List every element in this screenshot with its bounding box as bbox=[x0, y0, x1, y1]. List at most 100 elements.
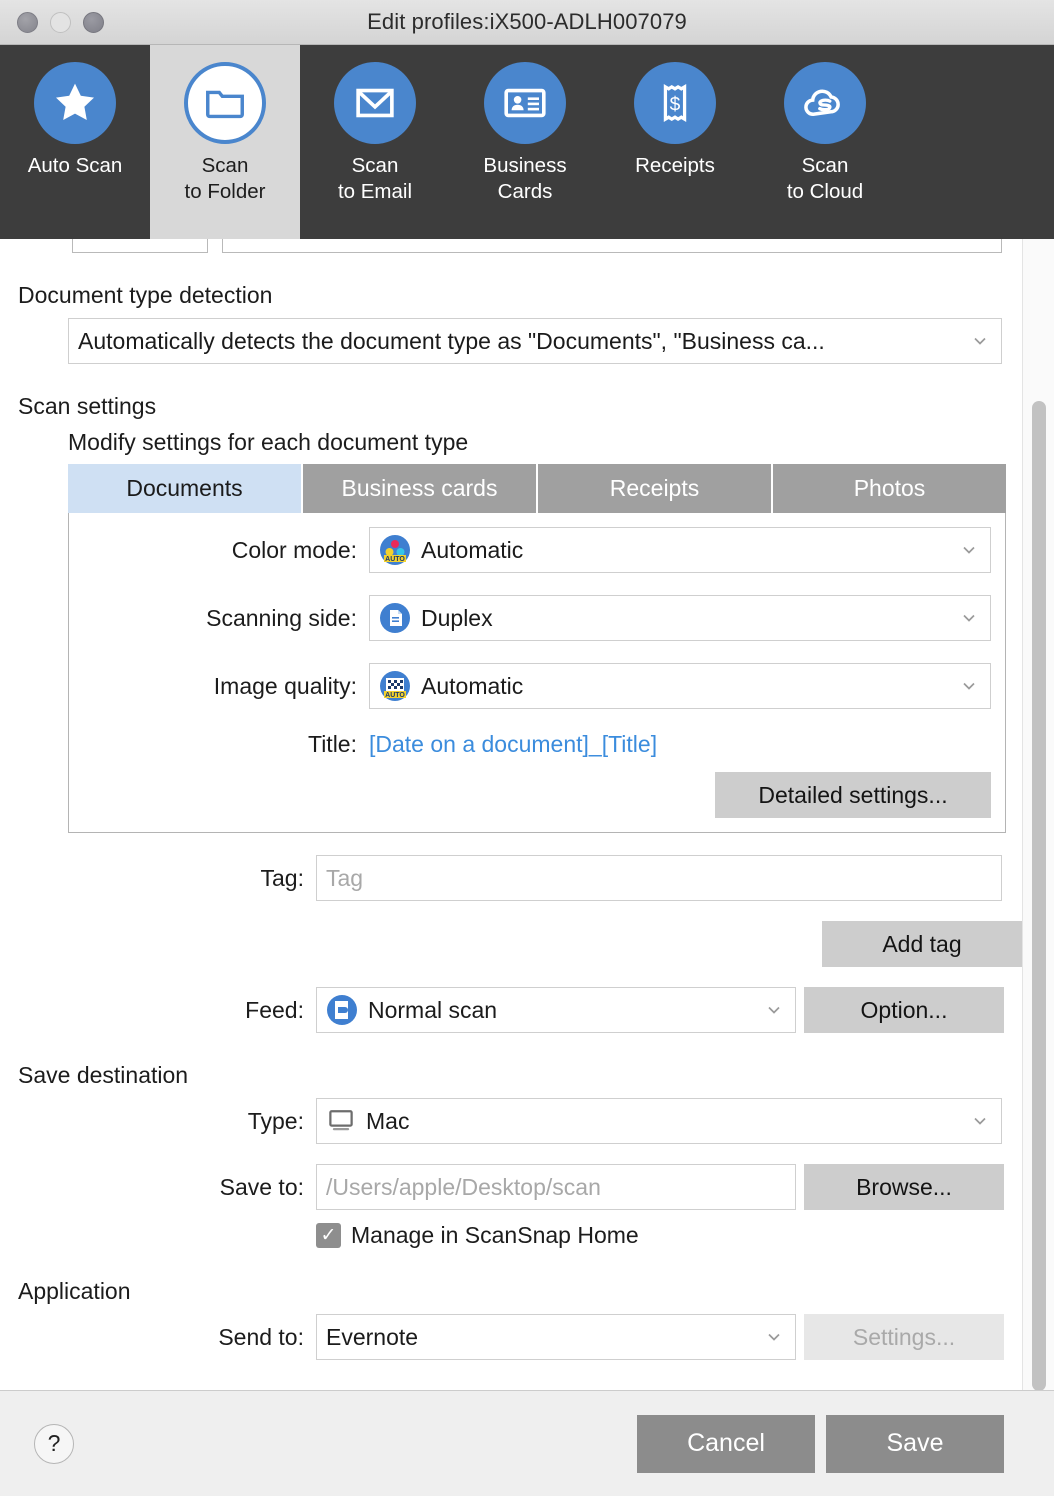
settings-scroll-area: Document type detection Automatically de… bbox=[0, 239, 1054, 1390]
application-heading: Application bbox=[18, 1278, 131, 1304]
tag-label: Tag: bbox=[260, 864, 304, 891]
tab-photos[interactable]: Photos bbox=[773, 464, 1006, 513]
save-to-label: Save to: bbox=[219, 1173, 304, 1200]
profile-label: Auto Scan bbox=[27, 154, 123, 177]
save-type-label: Type: bbox=[247, 1107, 304, 1134]
tag-input-wrap[interactable]: Tag bbox=[316, 855, 1002, 901]
profile-scan-to-email[interactable]: Scan to Email bbox=[300, 45, 450, 239]
detailed-settings-button[interactable]: Detailed settings... bbox=[715, 772, 991, 818]
svg-text:AUTO: AUTO bbox=[385, 556, 405, 563]
clipped-fields-row bbox=[0, 239, 1022, 253]
scanning-side-value: Duplex bbox=[421, 604, 493, 631]
manage-in-scansnap-home-label: Manage in ScanSnap Home bbox=[351, 1222, 639, 1248]
feed-value: Normal scan bbox=[368, 996, 498, 1023]
image-quality-value: Automatic bbox=[421, 672, 524, 699]
clipped-field-right bbox=[222, 239, 1002, 253]
business-card-icon bbox=[484, 62, 566, 144]
settings-content: Document type detection Automatically de… bbox=[0, 239, 1022, 1390]
image-quality-select[interactable]: AUTO Automatic bbox=[369, 663, 991, 709]
document-type-detection-select[interactable]: Automatically detects the document type … bbox=[68, 318, 1002, 364]
clipped-field-left bbox=[72, 239, 208, 253]
tab-receipts[interactable]: Receipts bbox=[538, 464, 773, 513]
chevron-down-icon bbox=[961, 542, 977, 558]
tag-row: Tag: Tag bbox=[0, 855, 1022, 901]
tab-documents[interactable]: Documents bbox=[68, 464, 303, 513]
scanning-side-row: Scanning side: Duplex bbox=[69, 595, 991, 641]
chevron-down-icon bbox=[766, 1002, 782, 1018]
application-settings-button[interactable]: Settings... bbox=[804, 1314, 1004, 1360]
window-title: Edit profiles:iX500-ADLH007079 bbox=[367, 9, 687, 34]
save-button[interactable]: Save bbox=[826, 1414, 1004, 1473]
folder-icon bbox=[184, 62, 266, 144]
cancel-button[interactable]: Cancel bbox=[637, 1414, 815, 1473]
cloud-icon bbox=[784, 62, 866, 144]
color-auto-icon: AUTO bbox=[379, 534, 411, 566]
feed-select[interactable]: Normal scan bbox=[316, 987, 796, 1033]
help-button[interactable]: ? bbox=[34, 1423, 74, 1464]
profile-label: Receipts bbox=[635, 154, 715, 177]
send-to-select[interactable]: Evernote bbox=[316, 1314, 796, 1360]
chevron-down-icon bbox=[961, 610, 977, 626]
title-value-link[interactable]: [Date on a document]_[Title] bbox=[369, 731, 657, 758]
add-tag-button[interactable]: Add tag bbox=[822, 921, 1022, 967]
scanning-side-select[interactable]: Duplex bbox=[369, 595, 991, 641]
color-mode-row: Color mode: AUTO Automatic bbox=[69, 527, 991, 573]
title-bar: Edit profiles:iX500-ADLH007079 bbox=[0, 0, 1054, 45]
vertical-scrollbar[interactable] bbox=[1022, 239, 1054, 1390]
scanning-side-label: Scanning side: bbox=[206, 604, 357, 631]
tab-label: Business cards bbox=[341, 475, 498, 501]
image-quality-row: Image quality: AUTO Automatic bbox=[69, 663, 991, 709]
edit-profiles-window: Edit profiles:iX500-ADLH007079 Auto Scan… bbox=[0, 0, 1054, 1496]
color-mode-label: Color mode: bbox=[231, 536, 357, 563]
help-button-label: ? bbox=[47, 1430, 61, 1456]
tab-business-cards[interactable]: Business cards bbox=[303, 464, 538, 513]
document-type-detection-value: Automatically detects the document type … bbox=[78, 327, 825, 354]
profile-scan-to-cloud[interactable]: Scan to Cloud bbox=[750, 45, 900, 239]
monitor-icon bbox=[326, 1106, 356, 1136]
manage-in-scansnap-home-row[interactable]: ✓ Manage in ScanSnap Home bbox=[316, 1222, 1022, 1249]
quality-auto-icon: AUTO bbox=[379, 670, 411, 702]
profile-auto-scan[interactable]: Auto Scan bbox=[0, 45, 150, 239]
tab-label: Photos bbox=[853, 475, 926, 501]
modify-settings-label: Modify settings for each document type bbox=[68, 429, 469, 455]
send-to-value: Evernote bbox=[326, 1323, 419, 1350]
save-to-input-wrap[interactable]: /Users/apple/Desktop/scan bbox=[316, 1164, 796, 1210]
profile-label: Scan to Email bbox=[337, 154, 413, 203]
browse-button[interactable]: Browse... bbox=[804, 1164, 1004, 1210]
save-type-select[interactable]: Mac bbox=[316, 1098, 1002, 1144]
feed-row: Feed: Normal scan Option... bbox=[0, 987, 1022, 1033]
save-to-placeholder: /Users/apple/Desktop/scan bbox=[326, 1173, 601, 1200]
color-mode-value: Automatic bbox=[421, 536, 524, 563]
manage-in-scansnap-home-checkbox[interactable]: ✓ bbox=[316, 1223, 341, 1248]
profile-scan-to-folder[interactable]: Scan to Folder bbox=[150, 45, 300, 239]
scan-settings-heading: Scan settings bbox=[18, 393, 157, 419]
save-destination-heading: Save destination bbox=[18, 1062, 189, 1088]
svg-text:AUTO: AUTO bbox=[385, 692, 405, 699]
chevron-down-icon bbox=[766, 1329, 782, 1345]
color-mode-select[interactable]: AUTO Automatic bbox=[369, 527, 991, 573]
tag-input-placeholder: Tag bbox=[326, 864, 364, 891]
star-icon bbox=[34, 62, 116, 144]
tab-label: Receipts bbox=[609, 475, 700, 501]
documents-tab-panel: Color mode: AUTO Automatic Scanning side… bbox=[68, 513, 1006, 833]
save-type-row: Type: Mac bbox=[0, 1098, 1022, 1144]
image-quality-label: Image quality: bbox=[213, 672, 357, 699]
save-to-row: Save to: /Users/apple/Desktop/scan Brows… bbox=[0, 1164, 1022, 1210]
profile-label: Business Cards bbox=[483, 154, 567, 203]
profile-business-cards[interactable]: Business Cards bbox=[450, 45, 600, 239]
send-to-label: Send to: bbox=[218, 1323, 304, 1350]
profile-receipts[interactable]: $ Receipts bbox=[600, 45, 750, 239]
receipt-icon: $ bbox=[634, 62, 716, 144]
profile-label: Scan to Folder bbox=[184, 154, 266, 203]
chevron-down-icon bbox=[972, 333, 988, 349]
tab-label: Documents bbox=[126, 475, 243, 501]
feed-scan-icon bbox=[326, 994, 358, 1026]
feed-option-button[interactable]: Option... bbox=[804, 987, 1004, 1033]
add-tag-row: Add tag bbox=[0, 921, 1022, 967]
duplex-page-icon bbox=[379, 602, 411, 634]
title-row: Title: [Date on a document]_[Title] bbox=[69, 731, 991, 758]
scrollbar-thumb[interactable] bbox=[1032, 401, 1046, 1390]
send-to-row: Send to: Evernote Settings... bbox=[0, 1314, 1022, 1360]
profile-label: Scan to Cloud bbox=[786, 154, 864, 203]
checkmark-icon: ✓ bbox=[320, 1225, 337, 1246]
